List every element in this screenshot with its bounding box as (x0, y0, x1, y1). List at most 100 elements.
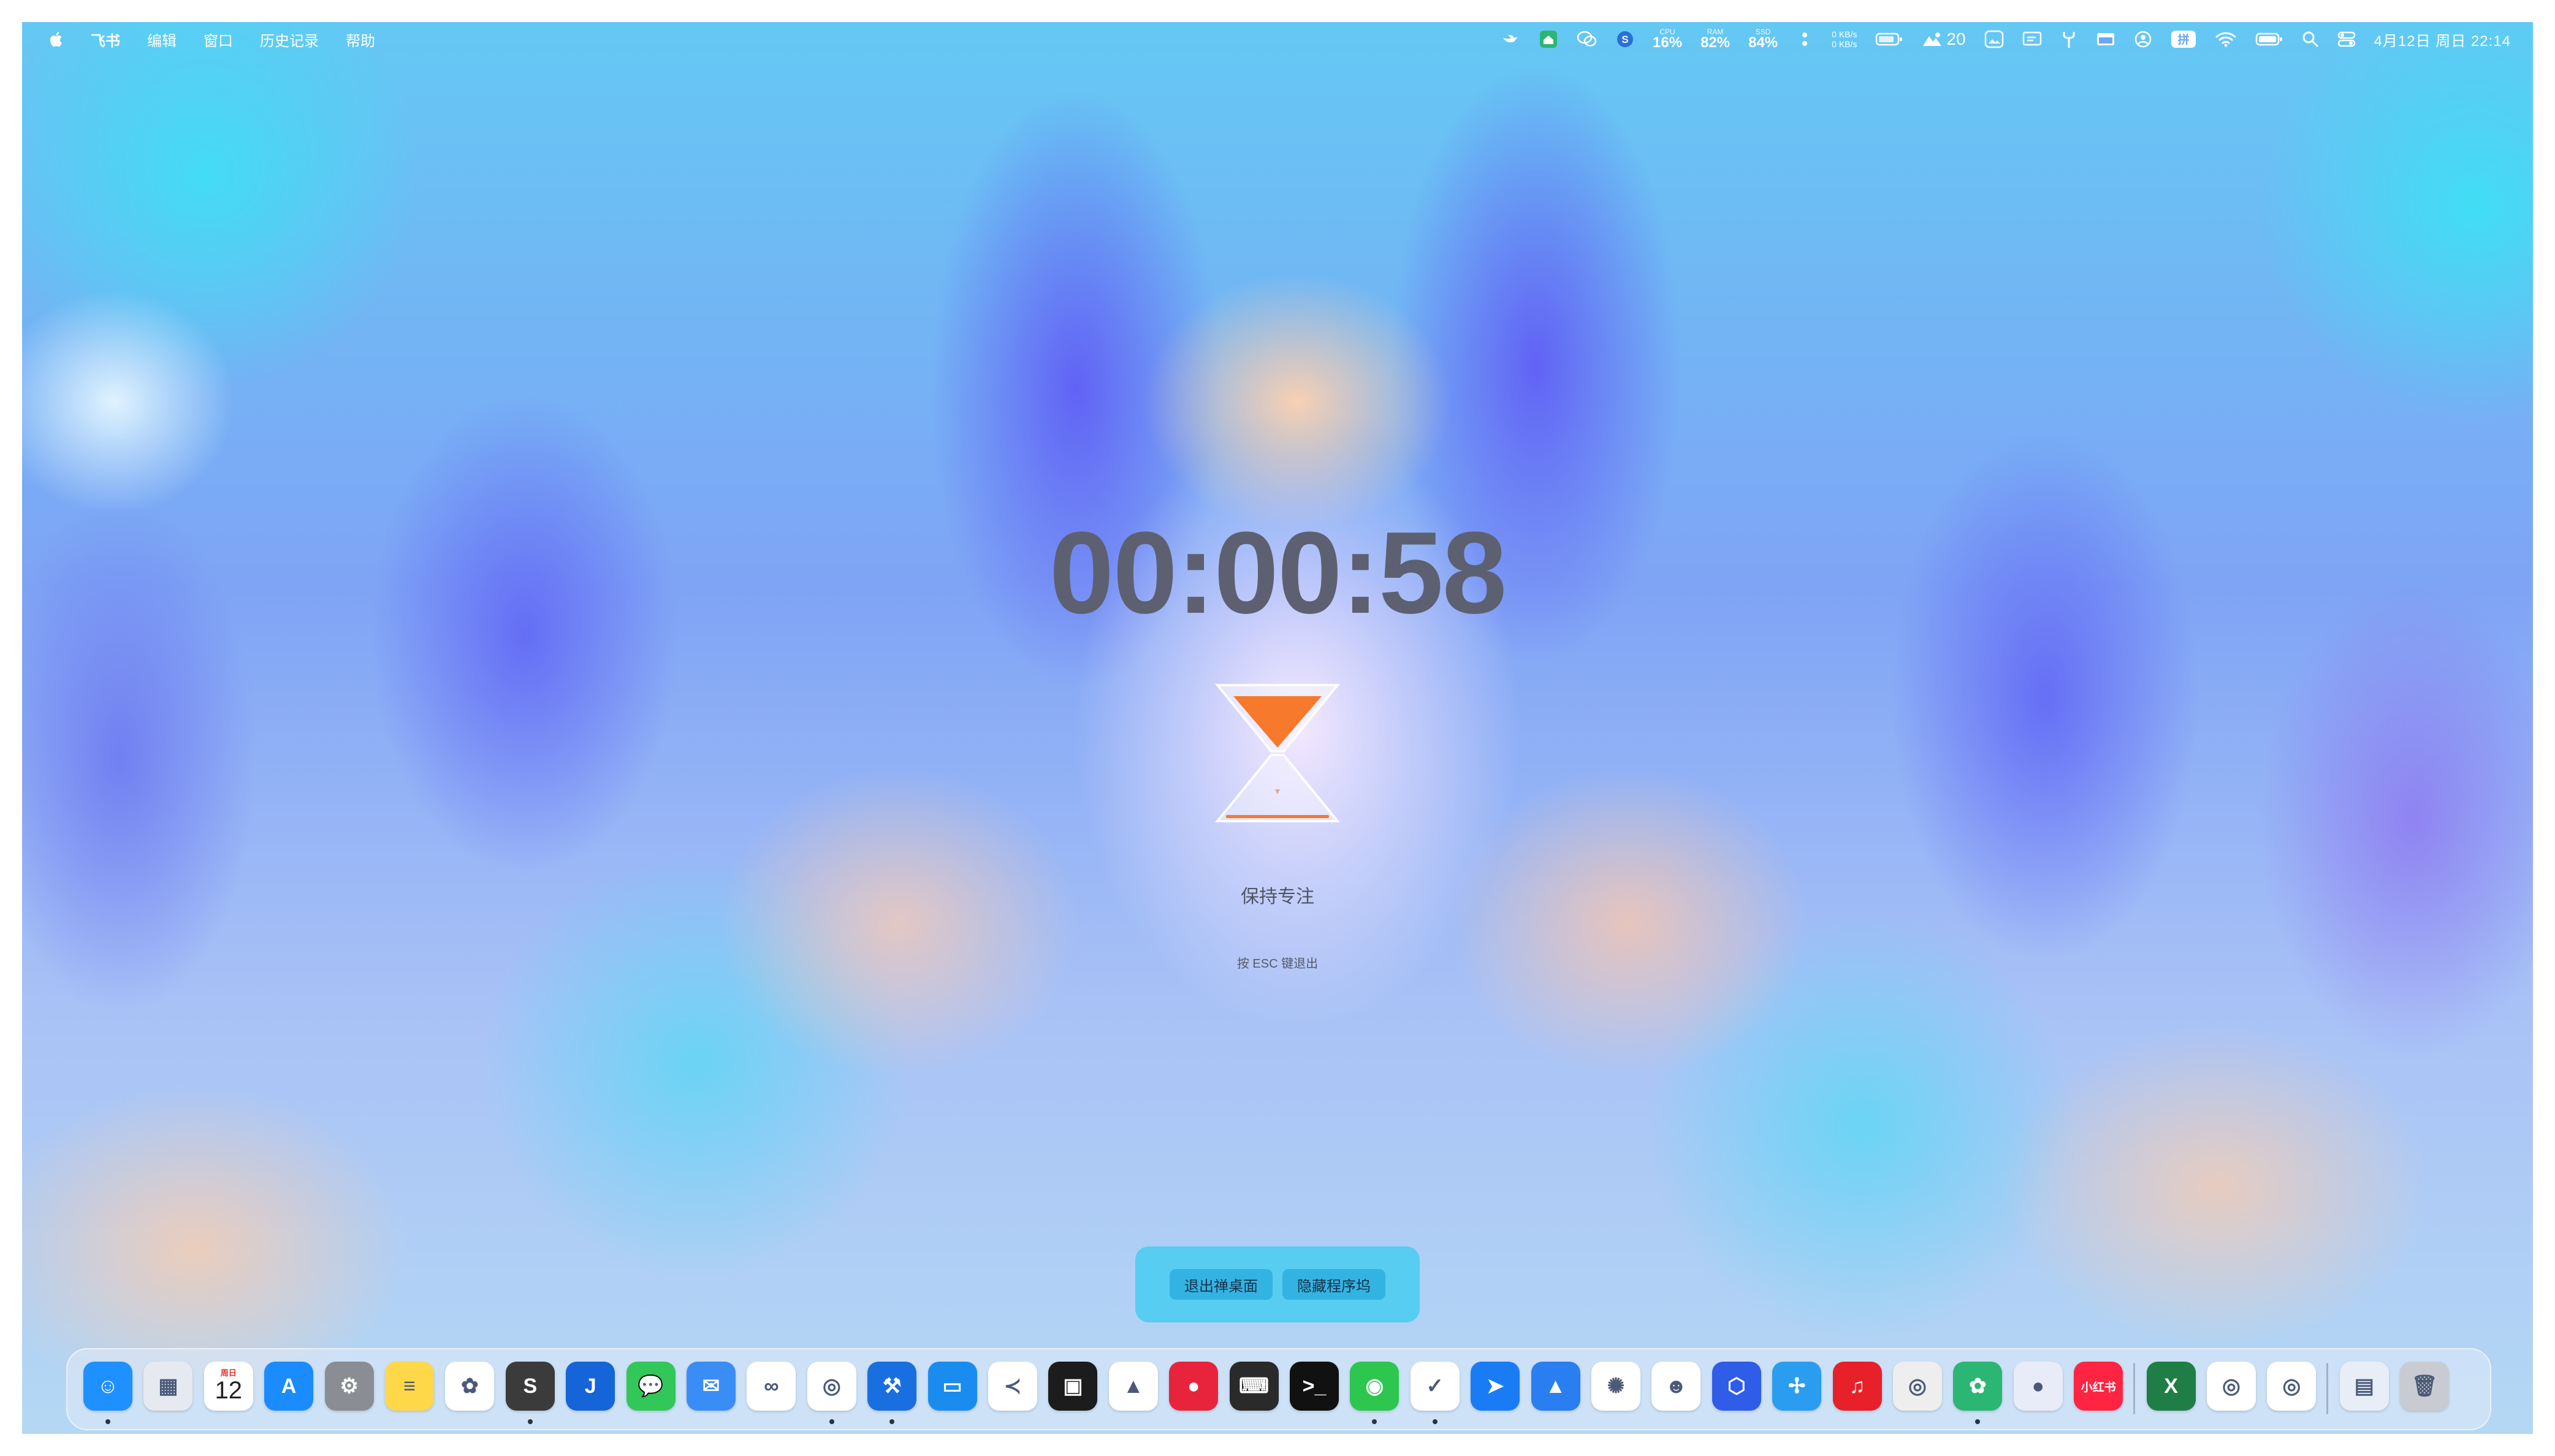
launchpad-icon[interactable]: ▦ (143, 1362, 193, 1411)
user-status-icon[interactable] (2134, 28, 2152, 50)
chrome-icon-3[interactable]: ◎ (2267, 1362, 2317, 1411)
battery-icon[interactable] (2255, 28, 2283, 50)
running-indicator (889, 1419, 895, 1424)
xiaohongshu-icon[interactable]: 小红书 (2074, 1362, 2123, 1411)
finder-icon[interactable]: ☺ (83, 1362, 132, 1411)
red-app-icon[interactable]: ● (1169, 1362, 1219, 1411)
wechat-icon[interactable]: ◉ (1350, 1362, 1399, 1411)
mail-check-icon[interactable]: ✓ (1410, 1362, 1460, 1411)
netease-music-icon[interactable]: ♫ (1832, 1362, 1882, 1411)
dock-separator (2326, 1363, 2328, 1414)
app-store-icon[interactable]: A (264, 1362, 314, 1411)
display-status-icon[interactable] (2096, 28, 2115, 50)
terminal-icon[interactable]: >_ (1290, 1362, 1339, 1411)
mountain-icon (1923, 32, 1942, 46)
cpu-label: CPU (1659, 28, 1675, 36)
mountain-app-icon[interactable]: ▲ (1531, 1362, 1580, 1411)
hourglass-icon (1215, 684, 1340, 822)
desktop: 飞书 编辑 窗口 历史记录 帮助 S CPU 16% RAM 82% SSD 8… (22, 22, 2533, 1434)
chrome-icon-2[interactable]: ◎ (2207, 1362, 2256, 1411)
cpu-usage[interactable]: CPU 16% (1653, 28, 1682, 50)
svg-text:S: S (1621, 34, 1628, 45)
excel-icon[interactable]: X (2146, 1362, 2196, 1411)
zen-controls-panel: 退出禅桌面 隐藏程序坞 (1135, 1246, 1420, 1322)
search-icon[interactable] (2302, 28, 2319, 50)
focus-timer: 00:00:58 (1049, 508, 1507, 638)
input-method-icon[interactable]: 拼 (2171, 28, 2196, 50)
record-app-icon[interactable]: ◎ (1893, 1362, 1942, 1411)
running-indicator (1372, 1419, 1377, 1424)
ram-label: RAM (1707, 28, 1724, 36)
menu-bar: 飞书 编辑 窗口 历史记录 帮助 S CPU 16% RAM 82% SSD 8… (22, 22, 2533, 56)
terminal-green-icon[interactable]: ▣ (1048, 1362, 1098, 1411)
menu-history[interactable]: 历史记录 (260, 29, 319, 50)
net-down: 0 KB/s (1832, 39, 1857, 49)
fan-app-icon[interactable]: ✢ (1772, 1362, 1822, 1411)
exit-zen-button[interactable]: 退出禅桌面 (1170, 1269, 1273, 1300)
hide-dock-button[interactable]: 隐藏程序坞 (1282, 1269, 1385, 1300)
ssd-label: SSD (1755, 28, 1771, 36)
green-app-icon[interactable]: ✿ (1953, 1362, 2003, 1411)
menu-app-name[interactable]: 飞书 (91, 29, 120, 50)
notes-icon[interactable]: ≡ (385, 1362, 434, 1411)
ram-value: 82% (1700, 34, 1731, 51)
baidu-netdisk-icon[interactable]: ∞ (747, 1362, 796, 1411)
running-indicator (527, 1419, 533, 1424)
blue-hex-app-icon[interactable]: ⬡ (1712, 1362, 1761, 1411)
green-house-status-icon[interactable] (1539, 28, 1558, 50)
cpu-value: 16% (1653, 34, 1683, 51)
photos-icon[interactable]: ✿ (445, 1362, 495, 1411)
xiaohongshu-label: 小红书 (2081, 1381, 2116, 1394)
wechat-status-icon[interactable] (1577, 28, 1597, 50)
weather-count: 20 (1946, 29, 1966, 48)
calendar-weekday: 周日 (220, 1368, 237, 1378)
chrome-icon[interactable]: ◎ (807, 1362, 856, 1411)
fork-status-icon[interactable] (2060, 28, 2077, 50)
more-dots-icon[interactable] (1796, 28, 1813, 50)
blue-blob-app-icon[interactable]: ● (2013, 1362, 2063, 1411)
menu-help[interactable]: 帮助 (346, 29, 375, 50)
running-indicator (105, 1419, 110, 1424)
system-settings-icon[interactable]: ⚙ (324, 1362, 374, 1411)
dock: ☺ ▦ 周日 12 A ⚙ ≡ ✿ S J 💬 ✉ ∞ ◎ ⚒ ▭ ≺ ▣ ▲ ● ⌨ >_ ◉ ✓ ➤ ▲ ✺ ☻ ⬡ ✢ ♫ ◎ ✿ ● 小红书… (66, 1348, 2491, 1430)
network-speed[interactable]: 0 KB/s 0 KB/s (1832, 29, 1857, 49)
svg-text:拼: 拼 (2177, 32, 2189, 47)
control-center-icon[interactable] (2337, 28, 2356, 50)
running-indicator (829, 1419, 834, 1424)
documents-folder-icon[interactable]: ▤ (2339, 1362, 2389, 1411)
feishu-icon[interactable]: ➤ (1471, 1362, 1520, 1411)
focus-message: 保持专注 (1241, 887, 1314, 907)
battery-charging-icon[interactable] (1875, 28, 1903, 50)
windows-app-icon[interactable]: ▭ (927, 1362, 977, 1411)
xcode-hammer-icon[interactable]: ⚒ (867, 1362, 917, 1411)
skype-status-icon[interactable]: S (1616, 28, 1634, 50)
caption-status-icon[interactable] (2022, 28, 2042, 50)
wifi-icon[interactable] (2215, 28, 2237, 50)
j-app-icon[interactable]: J (566, 1362, 615, 1411)
ram-usage[interactable]: RAM 82% (1700, 28, 1730, 50)
running-indicator (1975, 1419, 1981, 1424)
ssd-usage[interactable]: SSD 84% (1748, 28, 1778, 50)
menu-window[interactable]: 窗口 (204, 29, 233, 50)
menu-edit[interactable]: 编辑 (147, 29, 177, 50)
menubar-clock[interactable]: 4月12日 周日 22:14 (2374, 29, 2511, 50)
vscode-icon[interactable]: ≺ (988, 1362, 1037, 1411)
keyboard-app-icon[interactable]: ⌨ (1229, 1362, 1279, 1411)
apple-menu-icon[interactable] (47, 29, 64, 49)
esc-hint: 按 ESC 键退出 (1236, 957, 1319, 971)
weather-mountain[interactable]: 20 (1922, 28, 1966, 50)
messages-icon[interactable]: 💬 (626, 1362, 676, 1411)
trash-icon[interactable]: 🗑 (2400, 1362, 2450, 1411)
ssd-value: 84% (1748, 34, 1778, 51)
chatgpt-icon[interactable]: ✺ (1591, 1362, 1640, 1411)
avatar-app-icon[interactable]: ☻ (1651, 1362, 1701, 1411)
image-status-icon[interactable] (1984, 28, 2004, 50)
net-up: 0 KB/s (1832, 29, 1857, 39)
dock-separator (2133, 1363, 2135, 1414)
sublime-text-icon[interactable]: S (505, 1362, 555, 1411)
google-drive-icon[interactable]: ▲ (1108, 1362, 1158, 1411)
calendar-icon[interactable]: 周日 12 (204, 1362, 253, 1411)
bird-status-icon[interactable] (1501, 28, 1520, 50)
mail-icon[interactable]: ✉ (687, 1362, 736, 1411)
calendar-day: 12 (215, 1377, 243, 1404)
